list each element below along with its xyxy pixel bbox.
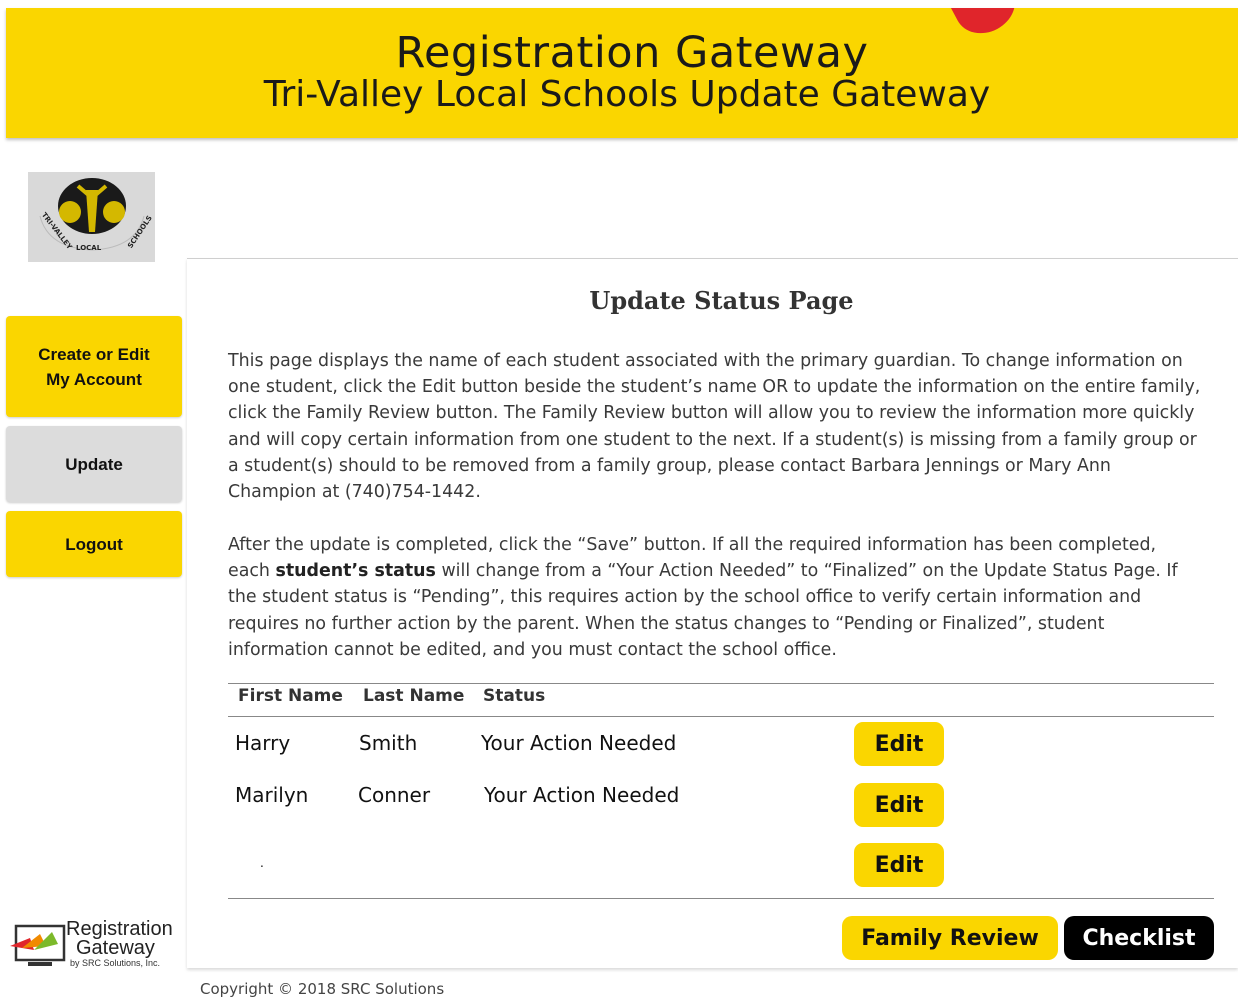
sidebar-item-label: My Account xyxy=(46,369,142,389)
page-title: Update Status Page xyxy=(589,286,854,315)
edit-button[interactable]: Edit xyxy=(854,722,944,766)
svg-text:SCHOOLS: SCHOOLS xyxy=(126,214,154,250)
cell-first-name: Harry xyxy=(235,731,291,755)
sidebar-item-label: Logout xyxy=(65,534,123,554)
cell-last-name: Smith xyxy=(359,731,418,755)
family-review-button[interactable]: Family Review xyxy=(842,916,1058,960)
svg-text:LOCAL: LOCAL xyxy=(76,244,102,252)
copyright-text: Copyright © 2018 SRC Solutions xyxy=(200,980,445,998)
school-seal-icon: TRI-VALLEY LOCAL SCHOOLS xyxy=(39,178,154,252)
app-title: Registration Gateway xyxy=(395,28,869,78)
table-top-divider xyxy=(228,683,1214,684)
table-bottom-divider xyxy=(228,898,1214,899)
school-logo: TRI-VALLEY LOCAL SCHOOLS xyxy=(28,172,155,262)
edit-button[interactable]: Edit xyxy=(854,783,944,827)
cell-first-name: . xyxy=(260,856,264,870)
brand-name-line2: Gateway xyxy=(76,937,155,959)
sidebar-item-label: Update xyxy=(65,454,123,474)
edit-button[interactable]: Edit xyxy=(854,843,944,887)
sidebar-item-account[interactable]: Create or Edit My Account xyxy=(6,316,182,417)
cell-status: Your Action Needed xyxy=(481,731,677,755)
cell-status: Your Action Needed xyxy=(484,783,680,807)
sidebar-item-update[interactable]: Update xyxy=(6,426,182,502)
sidebar-item-logout[interactable]: Logout xyxy=(6,511,182,577)
brand-byline: by SRC Solutions, Inc. xyxy=(70,958,161,968)
header-banner: Registration Gateway Tri-Valley Local Sc… xyxy=(6,8,1238,138)
column-header-status: Status xyxy=(483,686,546,706)
table-header-divider xyxy=(228,716,1214,717)
cell-last-name: Conner xyxy=(358,783,431,807)
checklist-button[interactable]: Checklist xyxy=(1064,916,1214,960)
app-subtitle: Tri-Valley Local Schools Update Gateway xyxy=(263,74,991,115)
paragraph-bold-text: student’s status xyxy=(275,561,436,582)
instructions-paragraph: This page displays the name of each stud… xyxy=(228,351,1201,503)
save-instructions-paragraph: After the update is completed, click the… xyxy=(228,532,1203,663)
column-header-first-name: First Name xyxy=(238,686,343,706)
sidebar-item-label: Create or Edit xyxy=(38,344,150,364)
cell-first-name: Marilyn xyxy=(235,783,309,807)
column-header-last-name: Last Name xyxy=(363,686,465,706)
